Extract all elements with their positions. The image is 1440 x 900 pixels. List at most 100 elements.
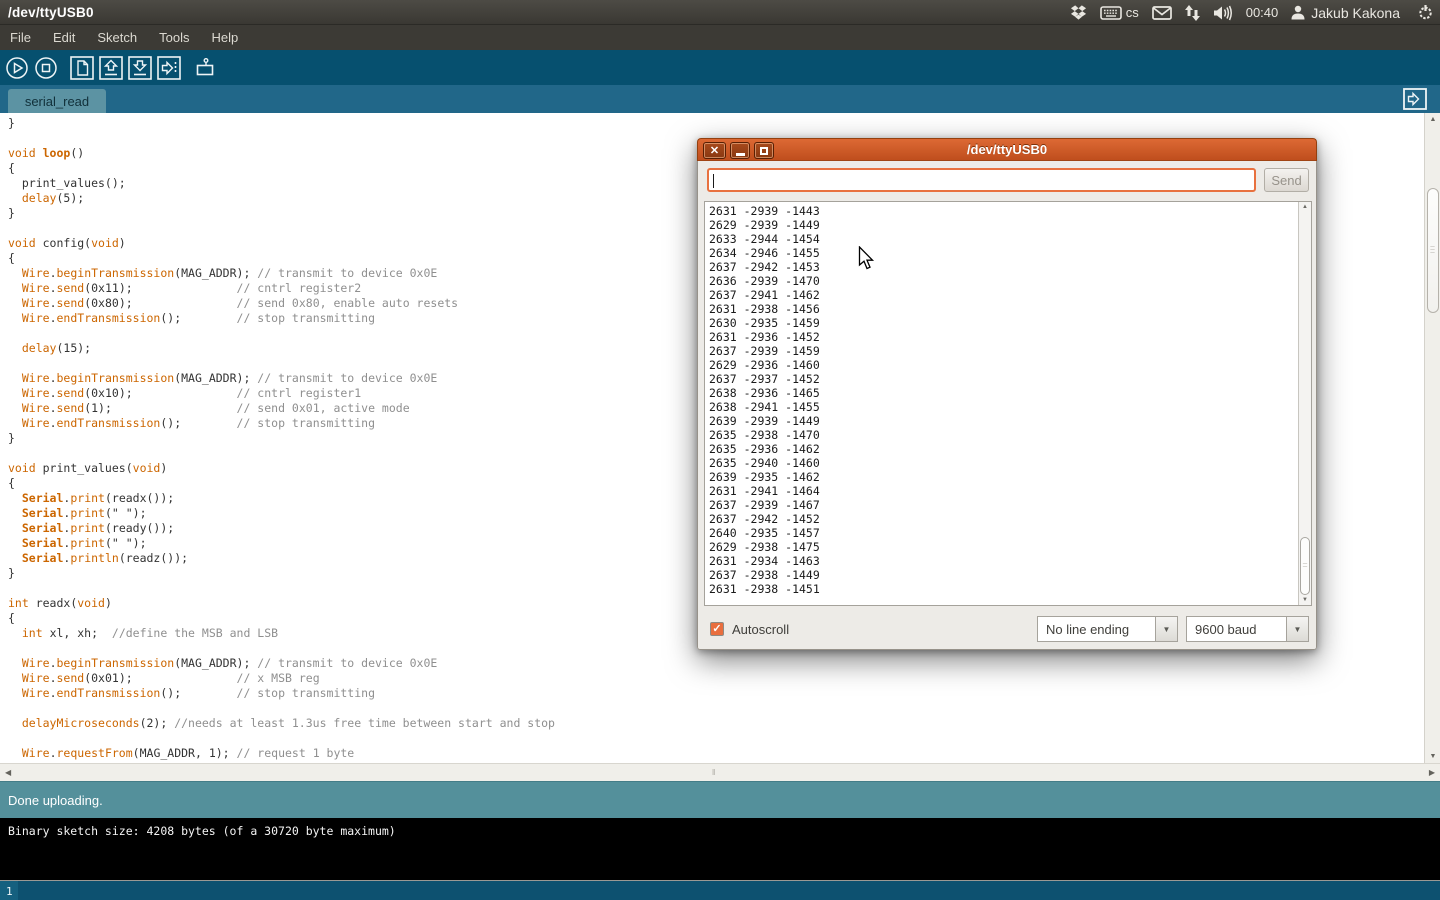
menu-file[interactable]: File — [10, 30, 31, 45]
code-line: Wire.endTransmission(); // stop transmit… — [8, 311, 555, 326]
code-line: Wire.send(0x80); // send 0x80, enable au… — [8, 296, 555, 311]
session-gear-icon[interactable] — [1417, 4, 1434, 21]
code-line: delay(15); — [8, 341, 555, 356]
line-number-indicator: 1 — [0, 881, 18, 900]
menu-tools[interactable]: Tools — [159, 30, 189, 45]
serial-scroll-down-icon[interactable]: ▼ — [1299, 597, 1311, 603]
serial-scrollbar[interactable]: ▲ ── ▼ — [1298, 202, 1311, 605]
mail-icon[interactable] — [1152, 6, 1172, 20]
desktop: /dev/ttyUSB0 cs — [0, 0, 1440, 900]
mouse-cursor — [858, 246, 876, 277]
console-text: Binary sketch size: 4208 bytes (of a 307… — [8, 824, 396, 838]
keyboard-indicator[interactable]: cs — [1100, 5, 1139, 20]
code-line: delay(5); — [8, 191, 555, 206]
send-button[interactable]: Send — [1264, 168, 1309, 192]
serial-input-field[interactable] — [707, 168, 1256, 192]
code-line: Wire.send(1); // send 0x01, active mode — [8, 401, 555, 416]
code-line: Wire.beginTransmission(MAG_ADDR); // tra… — [8, 266, 555, 281]
serial-monitor-button[interactable] — [193, 56, 217, 80]
upload-button[interactable] — [157, 56, 181, 80]
grip-icon: ── — [1301, 563, 1309, 569]
new-sketch-button[interactable] — [70, 56, 94, 80]
volume-icon[interactable] — [1213, 5, 1233, 21]
code-line — [8, 701, 555, 716]
editor-vertical-scrollbar[interactable]: ▲ ─── ▼ — [1424, 113, 1440, 763]
code-line — [8, 641, 555, 656]
new-tab-button[interactable] — [1403, 88, 1427, 110]
code-line: Serial.print(readx()); — [8, 491, 555, 506]
hscroll-grip-icon[interactable]: ‖ — [712, 768, 715, 777]
code-line: Wire.endTransmission(); // stop transmit… — [8, 686, 555, 701]
keyboard-layout-label: cs — [1126, 5, 1139, 20]
open-sketch-button[interactable] — [99, 56, 123, 80]
code-line: Wire.send(0x10); // cntrl register1 — [8, 386, 555, 401]
code-line: Wire.send(0x11); // cntrl register2 — [8, 281, 555, 296]
code-line: } — [8, 431, 555, 446]
code-line: Serial.print(ready()); — [8, 521, 555, 536]
code-line: Wire.endTransmission(); // stop transmit… — [8, 416, 555, 431]
network-updown-icon[interactable] — [1185, 5, 1200, 21]
code-line: { — [8, 251, 555, 266]
scroll-right-arrow-icon[interactable]: ▶ — [1429, 768, 1435, 777]
code-line: void loop() — [8, 146, 555, 161]
editor-scrollbar-thumb[interactable]: ─── — [1427, 188, 1439, 313]
code-line: { — [8, 611, 555, 626]
serial-output: 2631 -2939 -1443 2629 -2939 -1449 2633 -… — [709, 204, 820, 596]
tab-bar: serial_read — [0, 85, 1440, 113]
code-line: void config(void) — [8, 236, 555, 251]
user-icon — [1291, 5, 1305, 20]
serial-monitor-body: Send 2631 -2939 -1443 2629 -2939 -1449 2… — [697, 161, 1317, 650]
serial-monitor-titlebar[interactable]: ✕ /dev/ttyUSB0 — [697, 138, 1317, 161]
code-line: Serial.println(readz()); — [8, 551, 555, 566]
code-line — [8, 356, 555, 371]
menu-sketch[interactable]: Sketch — [97, 30, 137, 45]
code-line: void print_values(void) — [8, 461, 555, 476]
menubar: File Edit Sketch Tools Help — [0, 25, 1440, 50]
footer-strip: 1 — [0, 880, 1440, 900]
code-line — [8, 446, 555, 461]
code-line: { — [8, 161, 555, 176]
serial-output-area[interactable]: 2631 -2939 -1443 2629 -2939 -1449 2633 -… — [704, 201, 1312, 606]
code-line: Serial.print(" "); — [8, 536, 555, 551]
serial-scroll-up-icon[interactable]: ▲ — [1299, 204, 1311, 210]
code-line: Wire.send(0x01); // x MSB reg — [8, 671, 555, 686]
status-message: Done uploading. — [8, 793, 103, 808]
grip-icon: ─── — [1428, 246, 1438, 255]
dropbox-icon[interactable] — [1070, 4, 1087, 21]
system-tray: cs 00:40 — [1070, 0, 1434, 25]
baud-rate-value[interactable]: 9600 baud — [1186, 616, 1287, 642]
line-ending-value[interactable]: No line ending — [1037, 616, 1156, 642]
save-sketch-button[interactable] — [128, 56, 152, 80]
code-line: } — [8, 116, 555, 131]
session-menu[interactable]: Jakub Kakona — [1291, 5, 1400, 21]
code-line: } — [8, 566, 555, 581]
editor-horizontal-scrollbar[interactable]: ◀ ‖ ▶ — [0, 763, 1440, 781]
user-name: Jakub Kakona — [1311, 5, 1400, 21]
code-line: Wire.beginTransmission(MAG_ADDR); // tra… — [8, 371, 555, 386]
code-line: Wire.beginTransmission(MAG_ADDR); // tra… — [8, 656, 555, 671]
build-console[interactable]: Binary sketch size: 4208 bytes (of a 307… — [0, 818, 1440, 880]
code-line: { — [8, 476, 555, 491]
clock[interactable]: 00:40 — [1246, 5, 1279, 20]
serial-monitor-controls: ✓ Autoscroll No line ending ▼ 9600 baud … — [698, 613, 1318, 650]
verify-button[interactable] — [5, 56, 29, 80]
code-line — [8, 326, 555, 341]
serial-scrollbar-thumb[interactable]: ── — [1300, 537, 1310, 595]
menu-help[interactable]: Help — [211, 30, 238, 45]
dropdown-arrow-icon[interactable]: ▼ — [1156, 616, 1178, 642]
main-window-title: /dev/ttyUSB0 — [8, 5, 94, 20]
menu-edit[interactable]: Edit — [53, 30, 75, 45]
code-line: print_values(); — [8, 176, 555, 191]
code-line — [8, 131, 555, 146]
toolbar — [0, 50, 1440, 85]
autoscroll-label: Autoscroll — [732, 622, 789, 637]
code-line: Wire.requestFrom(MAG_ADDR, 1); // reques… — [8, 746, 555, 761]
scroll-up-arrow-icon[interactable]: ▲ — [1425, 116, 1440, 123]
scroll-left-arrow-icon[interactable]: ◀ — [5, 768, 11, 777]
code-line: Serial.print(" "); — [8, 506, 555, 521]
scroll-down-arrow-icon[interactable]: ▼ — [1425, 753, 1440, 760]
dropdown-arrow-icon[interactable]: ▼ — [1287, 616, 1309, 642]
stop-button[interactable] — [34, 56, 58, 80]
tab-serial-read[interactable]: serial_read — [8, 89, 106, 113]
autoscroll-checkbox[interactable]: ✓ — [710, 622, 724, 636]
